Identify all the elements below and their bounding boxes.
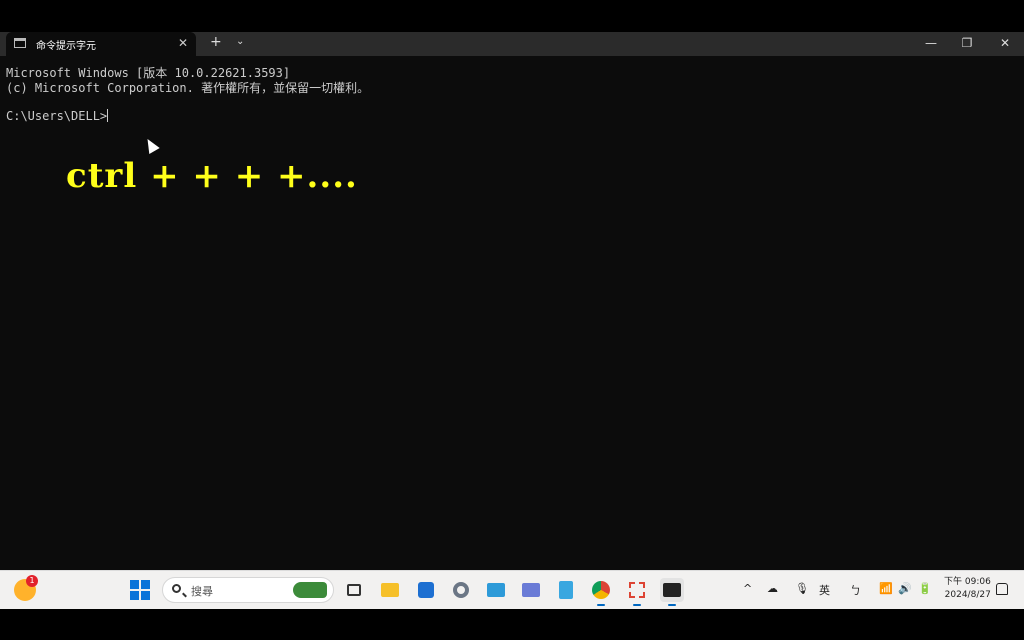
console-prompt: C:\Users\DELL> [6,109,108,123]
ime-mode-indicator[interactable]: ㄅ [850,582,861,598]
file-explorer-icon [381,583,399,597]
tab-title: 命令提示字元 [36,41,96,52]
new-tab-button[interactable]: + [210,34,222,50]
terminal-icon [663,583,681,597]
terminal-button[interactable] [660,578,684,606]
console-prompt-line[interactable]: C:\Users\DELL> [6,109,109,123]
taskbar: 1 搜尋 ^ ☁ 🎙 英 ㄅ 📶 🔊 🔋 下午 09:06 2024/8/27 [0,570,1024,609]
maximize-button[interactable]: ❐ [952,36,982,50]
store-button[interactable] [414,578,438,602]
tab-command-prompt[interactable]: 命令提示字元 ✕ [6,32,196,56]
clock[interactable]: 下午 09:06 2024/8/27 [944,576,991,602]
task-view-icon [347,584,361,596]
minimize-button[interactable]: — [916,36,946,50]
text-caret [107,109,109,122]
task-view-button[interactable] [342,578,366,602]
settings-button[interactable] [449,578,473,602]
settings-icon [453,582,469,598]
notepad-icon [559,581,573,599]
wifi-icon[interactable]: 📶 [879,582,893,595]
search-placeholder: 搜尋 [191,585,213,598]
photos-button[interactable] [484,578,508,602]
windows-logo-icon [130,580,150,600]
notepad-button[interactable] [554,578,578,602]
search-box[interactable]: 搜尋 [162,577,334,603]
microphone-icon[interactable]: 🎙 [795,582,809,595]
start-button[interactable] [128,578,152,602]
console-area[interactable]: Microsoft Windows [版本 10.0.22621.3593] (… [0,56,1024,570]
file-explorer-button[interactable] [378,578,402,602]
console-copyright-line: (c) Microsoft Corporation. 著作權所有，並保留一切權利… [6,81,370,95]
search-highlight-icon [293,582,327,598]
paint-icon [629,582,645,598]
battery-icon[interactable]: 🔋 [918,582,932,595]
volume-icon[interactable]: 🔊 [898,582,912,595]
mouse-pointer-icon [142,135,160,155]
clock-date: 2024/8/27 [944,590,991,600]
terminal-icon [14,38,26,48]
photos-icon [487,583,505,597]
snipping-tool-icon [522,583,540,597]
store-icon [418,582,434,598]
snipping-tool-button[interactable] [519,578,543,602]
chrome-icon [592,581,610,599]
title-bar: 命令提示字元 ✕ + ⌄ — ❐ ✕ [0,32,1024,56]
notification-bell-icon[interactable] [996,583,1008,595]
clock-time: 下午 09:06 [944,577,991,587]
show-hidden-icons-button[interactable]: ^ [743,582,752,595]
chrome-button[interactable] [589,578,613,606]
ime-language-indicator[interactable]: 英 [819,582,830,598]
paint-button[interactable] [625,578,649,606]
tab-dropdown-button[interactable]: ⌄ [236,36,244,47]
tab-close-button[interactable]: ✕ [178,36,188,50]
overlay-annotation: ctrl + + + +.... [66,156,358,196]
widgets-badge: 1 [26,575,38,587]
close-button[interactable]: ✕ [990,36,1020,50]
onedrive-icon[interactable]: ☁ [767,582,778,595]
search-icon [172,584,181,593]
